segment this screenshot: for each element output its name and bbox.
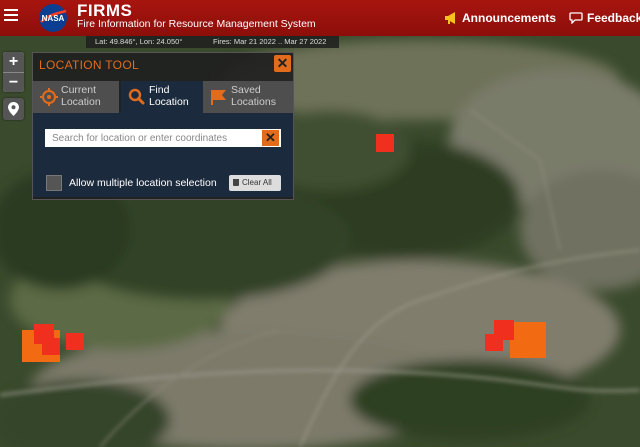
feedback-label: Feedback [587, 11, 640, 25]
map-info-bar: Lat: 49.846°, Lon: 24.050° Fires: Mar 21… [86, 36, 339, 48]
crosshair-icon [40, 88, 58, 106]
chat-bubble-icon [569, 12, 583, 24]
top-header: NASA FIRMS Fire Information for Resource… [0, 0, 640, 36]
tab-label-line2: Locations [231, 96, 276, 108]
locate-button[interactable] [3, 98, 24, 120]
fire-marker[interactable] [510, 322, 546, 358]
location-tool-panel: LOCATION TOOL ✕ Current Location Find Lo… [32, 52, 294, 200]
multiple-selection-checkbox[interactable] [46, 175, 62, 191]
cursor-coordinates: Lat: 49.846°, Lon: 24.050° [95, 37, 183, 46]
hamburger-icon[interactable] [4, 9, 18, 23]
fire-marker[interactable] [485, 334, 503, 351]
zoom-out-button[interactable]: − [3, 72, 24, 92]
map-pin-icon [8, 102, 19, 116]
announcements-label: Announcements [462, 11, 557, 25]
flag-icon [211, 90, 226, 105]
location-search-input[interactable] [45, 129, 261, 147]
fires-date-range: Fires: Mar 21 2022 .. Mar 27 2022 [213, 37, 327, 46]
tab-current-location[interactable]: Current Location [33, 81, 119, 113]
tab-saved-locations[interactable]: Saved Locations [203, 81, 293, 113]
tab-label-line1: Current [61, 84, 97, 96]
nasa-logo[interactable]: NASA [38, 3, 68, 33]
search-box: ✕ [45, 129, 281, 147]
tab-label-line2: Location [61, 96, 101, 108]
app-subtitle: Fire Information for Resource Management… [77, 18, 316, 30]
tab-label-line1: Saved [231, 84, 261, 96]
find-location-body: ✕ Allow multiple location selection Clea… [33, 113, 293, 197]
zoom-in-button[interactable]: + [3, 52, 24, 72]
fire-marker[interactable] [66, 333, 84, 350]
clear-search-icon[interactable]: ✕ [262, 130, 279, 146]
tab-find-location[interactable]: Find Location [121, 81, 207, 114]
svg-text:NASA: NASA [42, 14, 65, 23]
close-icon[interactable]: ✕ [274, 55, 291, 72]
announcements-link[interactable]: Announcements [444, 11, 556, 25]
feedback-link[interactable]: Feedback [569, 11, 640, 25]
tab-label-line2: Location [149, 96, 189, 108]
magnifier-icon [128, 88, 145, 105]
fire-marker[interactable] [376, 134, 394, 152]
panel-title: LOCATION TOOL [39, 58, 139, 72]
zoom-control: + − [3, 52, 24, 92]
clear-all-button[interactable]: Clear All [229, 175, 281, 191]
location-tabs: Current Location Find Location Saved Loc… [33, 81, 293, 114]
megaphone-icon [445, 12, 455, 24]
clear-all-label: Clear All [242, 178, 272, 187]
fire-marker[interactable] [42, 338, 60, 355]
multiple-selection-label: Allow multiple location selection [69, 177, 217, 189]
tab-label-line1: Find [149, 84, 170, 96]
trash-icon [233, 179, 239, 186]
